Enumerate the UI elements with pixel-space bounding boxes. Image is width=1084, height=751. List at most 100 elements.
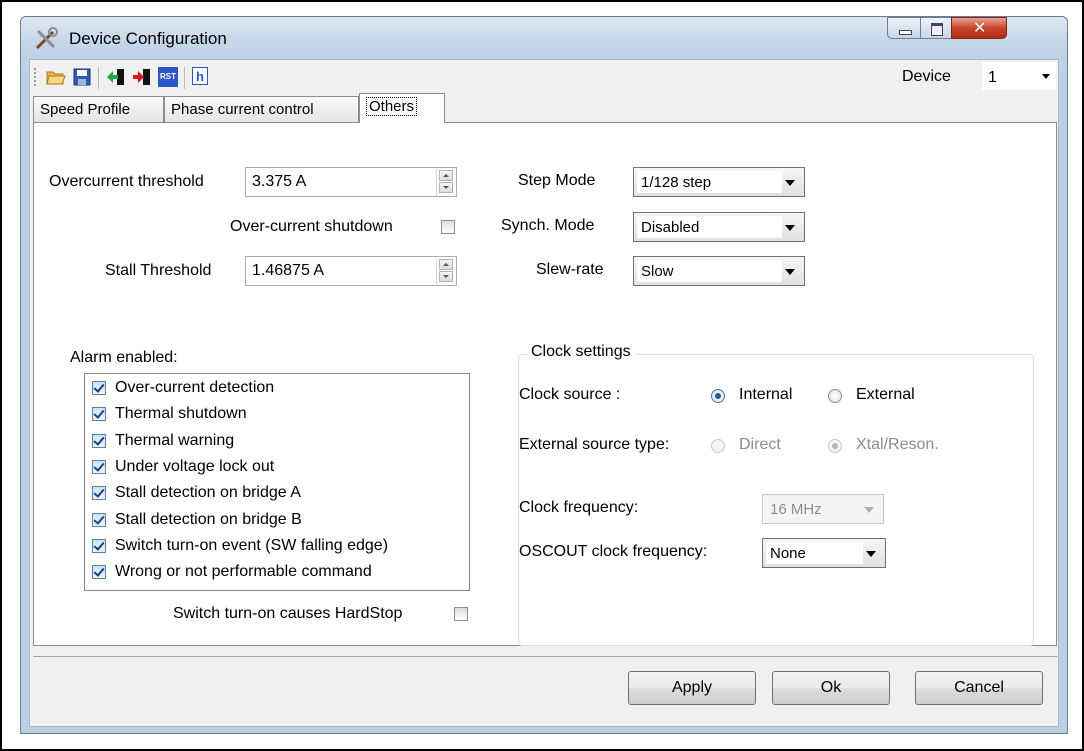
overcurrent-shutdown-label: Over-current shutdown bbox=[230, 218, 393, 235]
tools-icon bbox=[35, 27, 58, 50]
alarm-checkbox[interactable] bbox=[92, 434, 106, 448]
alarm-label: Wrong or not performable command bbox=[115, 563, 372, 580]
overcurrent-threshold-input[interactable]: 3.375 A bbox=[245, 167, 457, 197]
overcurrent-shutdown-checkbox[interactable] bbox=[441, 220, 455, 234]
combo-field: Slow bbox=[637, 260, 782, 282]
clock-source-internal-radio[interactable] bbox=[711, 389, 725, 403]
alarm-label: Under voltage lock out bbox=[115, 458, 275, 475]
external-xtal-radio[interactable] bbox=[828, 439, 842, 453]
alarm-checkbox[interactable] bbox=[92, 381, 106, 395]
reset-icon-text: RST bbox=[160, 72, 176, 81]
window-client-area: RST h Device 1 Speed Profile Phase curre… bbox=[29, 59, 1059, 727]
alarm-label: Thermal warning bbox=[115, 432, 235, 449]
step-mode-select[interactable]: 1/128 step bbox=[633, 167, 805, 197]
combo-field: Disabled bbox=[637, 216, 782, 238]
slew-rate-value: Slow bbox=[641, 263, 674, 280]
toolbar-separator bbox=[184, 67, 185, 89]
header-file-icon-text: h bbox=[196, 69, 204, 84]
apply-button[interactable]: Apply bbox=[628, 671, 756, 705]
device-select[interactable]: 1 bbox=[982, 62, 1056, 90]
oscout-frequency-label: OSCOUT clock frequency: bbox=[519, 543, 708, 560]
device-value: 1 bbox=[988, 69, 997, 86]
clock-source-external-label: External bbox=[856, 386, 915, 403]
synch-mode-select[interactable]: Disabled bbox=[633, 212, 805, 242]
tab-others[interactable]: Others bbox=[359, 93, 445, 123]
spin-up-button[interactable] bbox=[439, 170, 453, 181]
spin-down-button[interactable] bbox=[439, 271, 453, 282]
button-bar-separator bbox=[33, 656, 1057, 657]
slew-rate-label: Slew-rate bbox=[536, 261, 604, 278]
alarm-label: Stall detection on bridge A bbox=[115, 484, 301, 501]
combo-field: 1/128 step bbox=[637, 171, 782, 193]
overcurrent-threshold-label: Overcurrent threshold bbox=[49, 173, 204, 190]
clock-settings-title: Clock settings bbox=[527, 343, 635, 361]
alarm-checkbox[interactable] bbox=[92, 486, 106, 500]
external-direct-radio[interactable] bbox=[711, 439, 725, 453]
synch-mode-value: Disabled bbox=[641, 219, 700, 236]
maximize-button[interactable] bbox=[920, 17, 952, 39]
clock-settings-group: Clock settings Clock source : Internal E… bbox=[518, 343, 1034, 646]
alarm-checklist[interactable]: Over-current detection Thermal shutdown … bbox=[84, 373, 470, 591]
hardstop-checkbox[interactable] bbox=[454, 607, 468, 621]
alarm-label: Switch turn-on event (SW falling edge) bbox=[115, 537, 389, 554]
stall-threshold-value: 1.46875 A bbox=[252, 262, 325, 279]
alarm-checkbox[interactable] bbox=[92, 513, 106, 527]
chevron-down-icon bbox=[866, 551, 876, 557]
overcurrent-threshold-spinner bbox=[436, 169, 455, 195]
toolbar-grip bbox=[34, 68, 38, 86]
reset-icon[interactable]: RST bbox=[158, 67, 178, 87]
synch-mode-label: Synch. Mode bbox=[501, 217, 595, 234]
slew-rate-select[interactable]: Slow bbox=[633, 256, 805, 286]
alarm-checkbox[interactable] bbox=[92, 460, 106, 474]
cancel-button[interactable]: Cancel bbox=[915, 671, 1043, 705]
window-title: Device Configuration bbox=[69, 29, 227, 48]
clock-source-external-radio[interactable] bbox=[828, 389, 842, 403]
minimize-icon bbox=[899, 30, 912, 35]
save-icon[interactable] bbox=[72, 67, 92, 87]
toolbar: RST h Device 1 bbox=[30, 60, 1058, 94]
tab-phase-current-control[interactable]: Phase current control bbox=[164, 96, 359, 122]
open-folder-icon[interactable] bbox=[46, 67, 66, 87]
alarm-label: Thermal shutdown bbox=[115, 405, 247, 422]
export-icon[interactable] bbox=[132, 67, 152, 87]
clock-frequency-value: 16 MHz bbox=[770, 501, 822, 518]
external-source-type-label: External source type: bbox=[519, 436, 670, 453]
tab-label: Speed Profile bbox=[40, 101, 131, 118]
toolbar-separator bbox=[98, 67, 99, 89]
clock-source-internal-label: Internal bbox=[739, 386, 793, 403]
spin-up-button[interactable] bbox=[439, 259, 453, 270]
stall-threshold-label: Stall Threshold bbox=[105, 262, 212, 279]
chevron-down-icon bbox=[785, 269, 795, 275]
device-label: Device bbox=[902, 68, 951, 85]
device-configuration-window: Device Configuration ✕ RST h Device 1 Sp… bbox=[20, 16, 1068, 734]
title-bar[interactable]: Device Configuration ✕ bbox=[21, 17, 1067, 59]
chevron-down-icon bbox=[864, 507, 874, 513]
clock-frequency-select[interactable]: 16 MHz bbox=[762, 494, 884, 524]
stall-threshold-spinner bbox=[436, 258, 455, 284]
maximize-icon bbox=[931, 23, 943, 36]
close-icon: ✕ bbox=[973, 18, 987, 37]
close-button[interactable]: ✕ bbox=[951, 17, 1007, 39]
ok-button[interactable]: Ok bbox=[772, 671, 890, 705]
others-tab-page: Overcurrent threshold 3.375 A Over-curre… bbox=[33, 122, 1057, 646]
alarm-checkbox[interactable] bbox=[92, 407, 106, 421]
oscout-frequency-select[interactable]: None bbox=[762, 538, 886, 568]
alarm-checkbox[interactable] bbox=[92, 565, 106, 579]
header-file-icon[interactable]: h bbox=[192, 67, 208, 85]
minimize-button[interactable] bbox=[887, 17, 921, 39]
step-mode-value: 1/128 step bbox=[641, 174, 712, 191]
external-xtal-label: Xtal/Reson. bbox=[856, 436, 939, 453]
stall-threshold-input[interactable]: 1.46875 A bbox=[245, 256, 457, 286]
clock-frequency-label: Clock frequency: bbox=[519, 499, 639, 516]
alarm-enabled-label: Alarm enabled: bbox=[70, 349, 178, 366]
combo-field: 16 MHz bbox=[766, 498, 861, 520]
alarm-label: Over-current detection bbox=[115, 379, 275, 396]
spin-down-button[interactable] bbox=[439, 182, 453, 193]
overcurrent-threshold-value: 3.375 A bbox=[252, 173, 307, 190]
import-icon[interactable] bbox=[106, 67, 126, 87]
alarm-checkbox[interactable] bbox=[92, 539, 106, 553]
chevron-down-icon bbox=[785, 225, 795, 231]
tab-label: Others bbox=[366, 97, 418, 116]
tab-speed-profile[interactable]: Speed Profile bbox=[33, 96, 164, 122]
combo-field: None bbox=[766, 542, 863, 564]
